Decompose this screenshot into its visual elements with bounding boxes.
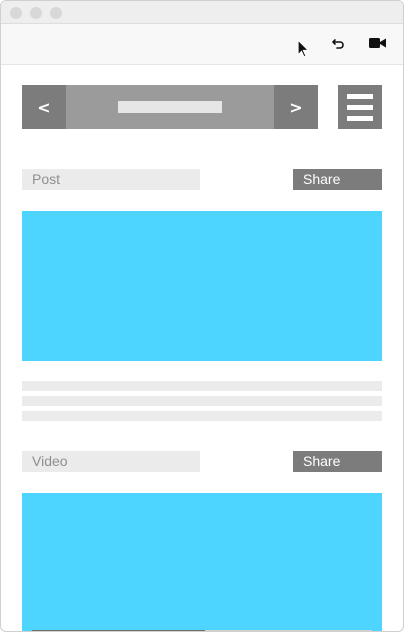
- page-content: < > Post Share Video Share: [0, 65, 404, 632]
- video-player-placeholder[interactable]: [22, 493, 382, 632]
- chevron-left-icon: <: [37, 97, 51, 117]
- video-camera-icon[interactable]: [369, 37, 386, 49]
- app-window: < > Post Share Video Share: [0, 0, 404, 632]
- post-text-line: [22, 396, 382, 406]
- post-text-line: [22, 381, 382, 391]
- close-window-button[interactable]: [10, 7, 22, 19]
- hamburger-menu-icon-line: [347, 105, 373, 110]
- mouse-pointer-icon: [297, 39, 310, 58]
- next-button[interactable]: >: [274, 85, 318, 129]
- chevron-right-icon: >: [289, 97, 303, 117]
- post-section-label: Post: [22, 169, 200, 190]
- hamburger-menu-icon-line: [347, 94, 373, 99]
- video-share-button[interactable]: Share: [293, 451, 382, 472]
- navigation-title-placeholder: [118, 101, 222, 113]
- hamburger-menu-icon-line: [347, 116, 373, 121]
- post-share-button[interactable]: Share: [293, 169, 382, 190]
- top-navigation-bar: < >: [22, 85, 318, 129]
- post-text-line: [22, 411, 382, 421]
- minimize-window-button[interactable]: [30, 7, 42, 19]
- video-section-label: Video: [22, 451, 200, 472]
- post-image-placeholder: [22, 211, 382, 361]
- hamburger-menu-button[interactable]: [338, 85, 382, 129]
- previous-button[interactable]: <: [22, 85, 66, 129]
- undo-icon[interactable]: [331, 36, 345, 50]
- toolbar: [1, 24, 403, 65]
- window-titlebar: [1, 1, 403, 24]
- zoom-window-button[interactable]: [50, 7, 62, 19]
